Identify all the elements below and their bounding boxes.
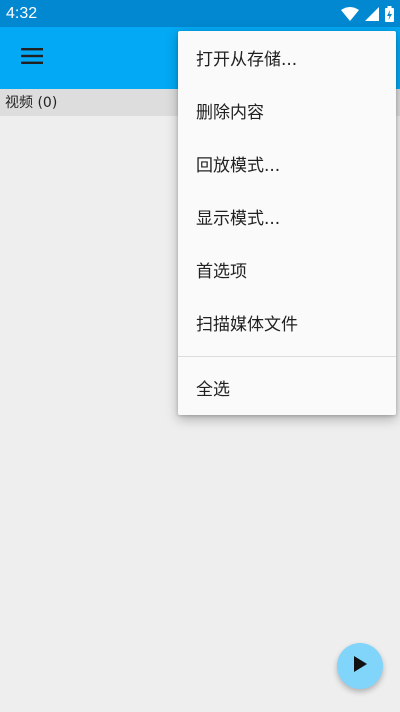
menu-item-delete-content[interactable]: 删除内容 <box>178 84 396 137</box>
video-count-label: 视频 (0) <box>5 95 58 111</box>
battery-charging-icon <box>385 6 394 22</box>
play-fab-button[interactable] <box>337 643 383 689</box>
wifi-icon <box>341 7 359 21</box>
menu-divider <box>178 356 396 357</box>
overflow-menu: 打开从存储... 删除内容 回放模式... 显示模式... 首选项 扫描媒体文件… <box>178 31 396 415</box>
play-icon <box>353 656 367 676</box>
menu-item-select-all[interactable]: 全选 <box>178 361 396 414</box>
menu-item-preferences[interactable]: 首选项 <box>178 243 396 296</box>
hamburger-menu-icon <box>21 48 43 68</box>
menu-item-scan-media[interactable]: 扫描媒体文件 <box>178 296 396 349</box>
cell-signal-icon <box>365 7 379 21</box>
menu-item-display-mode[interactable]: 显示模式... <box>178 190 396 243</box>
status-icons <box>341 4 394 24</box>
status-time: 4:32 <box>6 5 38 22</box>
menu-item-open-from-storage[interactable]: 打开从存储... <box>178 31 396 84</box>
menu-item-playback-mode[interactable]: 回放模式... <box>178 137 396 190</box>
status-bar: 4:32 <box>0 0 400 27</box>
navigation-menu-button[interactable] <box>10 36 54 80</box>
